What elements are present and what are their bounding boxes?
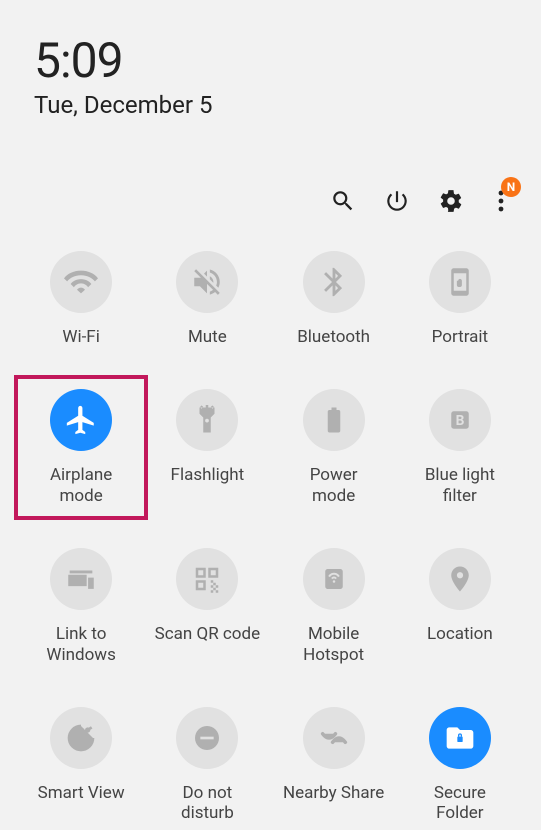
tile-label: Mute <box>188 327 227 347</box>
location-icon <box>429 548 491 610</box>
qr-icon <box>176 548 238 610</box>
tile-label: Power mode <box>310 465 358 506</box>
flashlight-icon <box>176 389 238 451</box>
tile-hotspot[interactable]: Mobile Hotspot <box>271 542 397 671</box>
svg-text:B: B <box>455 413 464 429</box>
tile-nearby[interactable]: Nearby Share <box>271 701 397 830</box>
quick-settings-grid: Wi-Fi Mute Bluetooth Portrait Airplane m… <box>0 245 541 830</box>
tile-mute[interactable]: Mute <box>144 245 270 353</box>
top-actions: N <box>0 129 541 245</box>
tile-label: Wi-Fi <box>62 327 99 347</box>
tile-bluetooth[interactable]: Bluetooth <box>271 245 397 353</box>
airplane-icon <box>50 389 112 451</box>
tile-label: Portrait <box>432 327 488 347</box>
tile-label: Link to Windows <box>46 624 115 665</box>
nearby-share-icon <box>303 707 365 769</box>
tile-power-mode[interactable]: Power mode <box>271 383 397 512</box>
tile-flashlight[interactable]: Flashlight <box>144 383 270 512</box>
power-icon <box>384 188 410 214</box>
tile-label: Mobile Hotspot <box>303 624 364 665</box>
devices-icon <box>50 548 112 610</box>
portrait-lock-icon <box>429 251 491 313</box>
gear-icon <box>438 188 464 214</box>
tile-link-windows[interactable]: Link to Windows <box>18 542 144 671</box>
time-label: 5:09 <box>34 32 507 89</box>
search-button[interactable] <box>329 187 357 215</box>
dnd-icon <box>176 707 238 769</box>
date-label: Tue, December 5 <box>34 91 507 119</box>
secure-folder-icon <box>429 707 491 769</box>
tile-smartview[interactable]: Smart View <box>18 701 144 830</box>
tile-portrait[interactable]: Portrait <box>397 245 523 353</box>
tile-label: Airplane mode <box>50 465 112 506</box>
tile-label: Scan QR code <box>155 624 260 644</box>
power-button[interactable] <box>383 187 411 215</box>
tile-label: Secure Folder <box>434 783 486 824</box>
battery-icon <box>303 389 365 451</box>
tile-label: Do not disturb <box>181 783 234 824</box>
tile-secure[interactable]: Secure Folder <box>397 701 523 830</box>
tile-label: Blue light filter <box>425 465 495 506</box>
mute-icon <box>176 251 238 313</box>
hotspot-icon <box>303 548 365 610</box>
tile-label: Location <box>427 624 493 644</box>
tile-label: Nearby Share <box>283 783 384 803</box>
bluetooth-icon <box>303 251 365 313</box>
blue-light-icon: B <box>429 389 491 451</box>
smartview-icon <box>50 707 112 769</box>
search-icon <box>330 188 356 214</box>
tile-location[interactable]: Location <box>397 542 523 671</box>
wifi-icon <box>50 251 112 313</box>
settings-button[interactable] <box>437 187 465 215</box>
tile-label: Bluetooth <box>297 327 370 347</box>
tile-wifi[interactable]: Wi-Fi <box>18 245 144 353</box>
tile-blue-light[interactable]: B Blue light filter <box>397 383 523 512</box>
tile-label: Smart View <box>38 783 125 803</box>
status-header: 5:09 Tue, December 5 <box>0 0 541 129</box>
more-button[interactable]: N <box>491 187 511 215</box>
tile-airplane[interactable]: Airplane mode <box>18 383 144 512</box>
tile-label: Flashlight <box>171 465 245 485</box>
tile-dnd[interactable]: Do not disturb <box>144 701 270 830</box>
notification-badge: N <box>501 177 521 197</box>
tile-scan-qr[interactable]: Scan QR code <box>144 542 270 671</box>
